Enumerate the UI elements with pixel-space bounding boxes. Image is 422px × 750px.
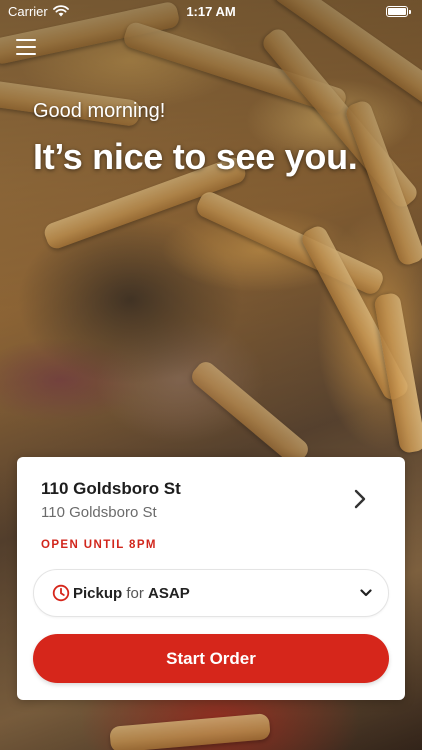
hamburger-menu-icon[interactable]	[16, 38, 36, 56]
start-order-button[interactable]: Start Order	[33, 634, 389, 683]
pickup-summary: Pickup for ASAP	[73, 585, 190, 602]
order-connector: for	[126, 584, 144, 602]
greeting-subtitle: Good morning!	[33, 100, 166, 122]
location-selector[interactable]: 110 Goldsboro St 110 Goldsboro St	[41, 473, 389, 529]
status-bar: Carrier 1:17 AM	[0, 0, 422, 22]
greeting-headline: It’s nice to see you.	[33, 136, 358, 177]
open-status-badge: OPEN UNTIL 8PM	[41, 539, 157, 551]
order-mode: Pickup	[73, 584, 123, 602]
location-card: 110 Goldsboro St 110 Goldsboro St OPEN U…	[17, 457, 405, 700]
location-address: 110 Goldsboro St	[41, 504, 157, 521]
carrier-label: Carrier	[8, 3, 48, 19]
battery-icon	[386, 5, 411, 17]
chevron-down-icon	[360, 589, 372, 597]
wifi-icon	[52, 5, 69, 17]
clock-icon	[52, 584, 70, 602]
carrier-info: Carrier	[8, 4, 69, 19]
chevron-right-icon	[354, 489, 366, 509]
order-time: ASAP	[148, 584, 190, 602]
pickup-time-dropdown[interactable]: Pickup for ASAP	[33, 569, 389, 617]
location-name: 110 Goldsboro St	[41, 479, 181, 498]
